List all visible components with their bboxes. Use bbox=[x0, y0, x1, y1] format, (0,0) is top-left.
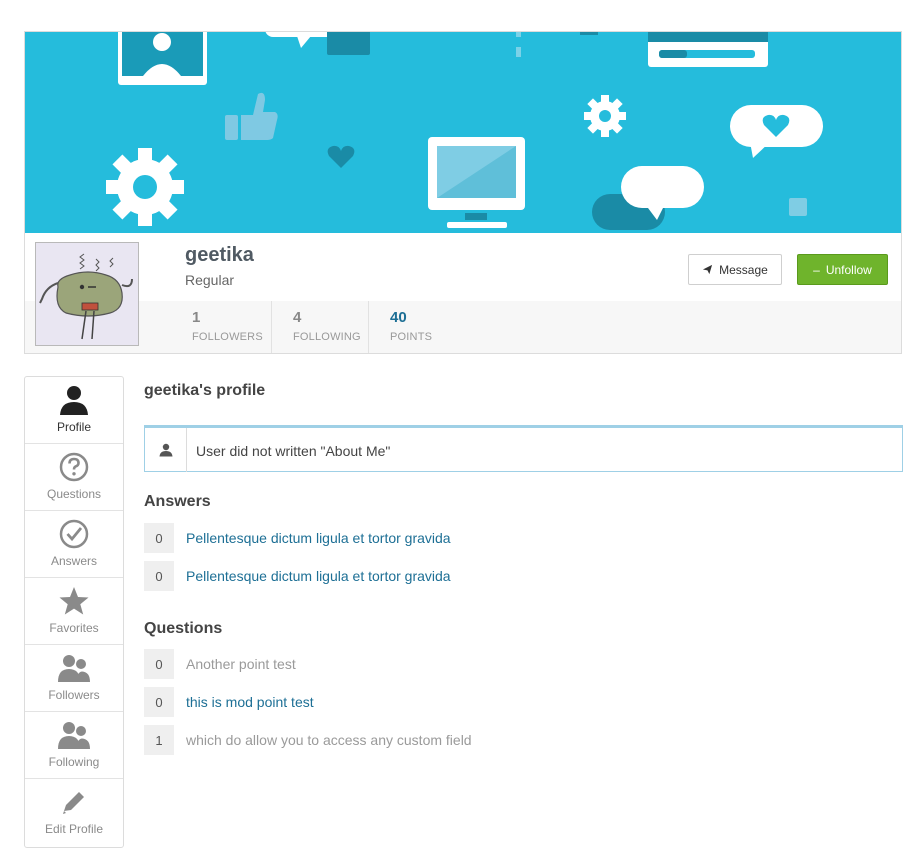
answers-section-title: Answers bbox=[144, 493, 211, 510]
question-link[interactable]: which do allow you to access any custom … bbox=[186, 732, 472, 748]
avatar[interactable] bbox=[35, 242, 139, 346]
unfollow-button-label: Unfollow bbox=[825, 262, 872, 277]
questions-section-title: Questions bbox=[144, 620, 223, 637]
sidebar-item-label: Profile bbox=[56, 420, 91, 434]
answer-count: 0 bbox=[144, 561, 174, 591]
user-icon bbox=[159, 443, 172, 457]
about-me-text: User did not written "About Me" bbox=[196, 443, 391, 459]
star-icon bbox=[59, 587, 89, 615]
about-icon-cell bbox=[145, 428, 187, 472]
send-icon bbox=[703, 264, 713, 275]
users-icon bbox=[58, 722, 90, 749]
question-link[interactable]: this is mod point test bbox=[186, 694, 314, 710]
profile-role: Regular bbox=[185, 272, 235, 288]
profile-card: geetika Regular Message – Unfollow 1 FOL… bbox=[24, 31, 902, 354]
question-row: 1 which do allow you to access any custo… bbox=[144, 725, 904, 755]
cover-illustration bbox=[106, 32, 823, 230]
page-title: geetika's profile bbox=[144, 382, 266, 399]
answer-link[interactable]: Pellentesque dictum ligula et tortor gra… bbox=[186, 568, 451, 584]
sidebar-item-label: Edit Profile bbox=[44, 822, 104, 836]
sidebar-item-questions[interactable]: Questions bbox=[25, 444, 123, 511]
stat-points-label: POINTS bbox=[390, 331, 433, 343]
answer-count: 0 bbox=[144, 523, 174, 553]
sidebar-item-followers[interactable]: Followers bbox=[25, 645, 123, 712]
stat-following-value: 4 bbox=[293, 309, 302, 326]
profile-stats-bar bbox=[25, 301, 901, 353]
stat-followers-value: 1 bbox=[192, 309, 201, 326]
sidebar-item-answers[interactable]: Answers bbox=[25, 511, 123, 578]
sidebar-item-label: Favorites bbox=[49, 621, 99, 635]
profile-sidebar: Profile Questions Answers Favorites Foll… bbox=[24, 376, 124, 848]
minus-icon: – bbox=[813, 262, 820, 277]
stat-points[interactable]: 40 POINTS bbox=[368, 301, 458, 353]
question-circle-icon bbox=[59, 452, 89, 482]
user-icon bbox=[60, 386, 88, 415]
sidebar-item-favorites[interactable]: Favorites bbox=[25, 578, 123, 645]
stat-followers-label: FOLLOWERS bbox=[192, 331, 263, 343]
unfollow-button[interactable]: – Unfollow bbox=[797, 254, 888, 285]
avatar-monster-image bbox=[36, 243, 138, 345]
answer-row: 0 Pellentesque dictum ligula et tortor g… bbox=[144, 561, 904, 591]
cover-image bbox=[25, 32, 901, 233]
pencil-icon bbox=[63, 792, 84, 814]
stat-following-label: FOLLOWING bbox=[293, 331, 361, 343]
sidebar-item-edit-profile[interactable]: Edit Profile bbox=[25, 779, 123, 846]
stat-followers[interactable]: 1 FOLLOWERS bbox=[192, 301, 272, 353]
question-row: 0 Another point test bbox=[144, 649, 904, 679]
question-link[interactable]: Another point test bbox=[186, 656, 296, 672]
sidebar-item-label: Following bbox=[48, 755, 100, 769]
answer-link[interactable]: Pellentesque dictum ligula et tortor gra… bbox=[186, 530, 451, 546]
stat-points-value: 40 bbox=[390, 309, 407, 326]
question-count: 1 bbox=[144, 725, 174, 755]
sidebar-item-profile[interactable]: Profile bbox=[25, 377, 123, 444]
sidebar-item-label: Answers bbox=[50, 554, 97, 568]
message-button[interactable]: Message bbox=[688, 254, 782, 285]
sidebar-item-following[interactable]: Following bbox=[25, 712, 123, 779]
question-row: 0 this is mod point test bbox=[144, 687, 904, 717]
profile-username: geetika bbox=[185, 244, 254, 266]
question-count: 0 bbox=[144, 687, 174, 717]
check-circle-icon bbox=[59, 519, 89, 549]
users-icon bbox=[58, 655, 90, 682]
message-button-label: Message bbox=[719, 262, 768, 277]
sidebar-item-label: Questions bbox=[46, 487, 102, 501]
question-count: 0 bbox=[144, 649, 174, 679]
stat-following[interactable]: 4 FOLLOWING bbox=[271, 301, 369, 353]
about-me-box: User did not written "About Me" bbox=[144, 425, 903, 472]
sidebar-item-label: Followers bbox=[48, 688, 100, 702]
answer-row: 0 Pellentesque dictum ligula et tortor g… bbox=[144, 523, 904, 553]
